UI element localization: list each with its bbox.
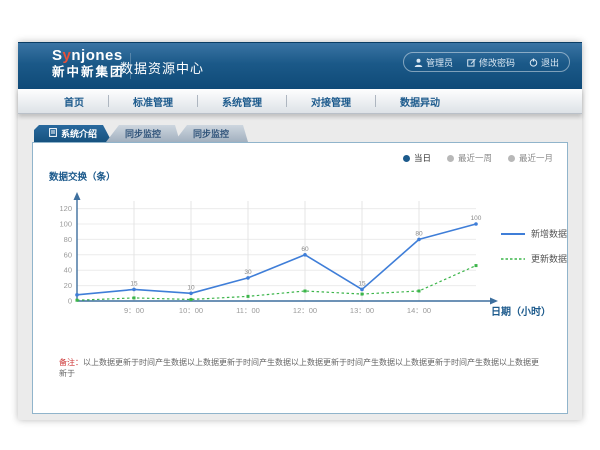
change-password-label: 修改密码 xyxy=(479,56,515,69)
logout-button[interactable]: 退出 xyxy=(529,56,559,69)
svg-text:100: 100 xyxy=(59,220,72,229)
nav-item-system-mgmt[interactable]: 系统管理 xyxy=(198,94,286,109)
svg-text:9：00: 9：00 xyxy=(124,306,144,315)
svg-text:15: 15 xyxy=(130,280,138,287)
nav-item-home[interactable]: 首页 xyxy=(40,94,108,109)
nav-item-integration-mgmt[interactable]: 对接管理 xyxy=(287,94,375,109)
app-header: Synjones 新中新集团 数据资源中心 管理员 修改密码 xyxy=(18,42,582,89)
chart-panel: 当日 最近一周 最近一月 数据交换（条） 0 20 40 60 80 100 120 9：00… xyxy=(32,142,568,414)
user-name-label: 管理员 xyxy=(426,56,453,69)
nav-item-standard-mgmt[interactable]: 标准管理 xyxy=(109,94,197,109)
svg-text:80: 80 xyxy=(64,235,72,244)
legend-item: 更新数据 xyxy=(501,252,567,265)
svg-text:60: 60 xyxy=(301,246,309,253)
footnote-text: 以上数据更新于时间产生数据以上数据更新于时间产生数据以上数据更新于时间产生数据以… xyxy=(59,358,539,378)
svg-text:11：00: 11：00 xyxy=(236,306,260,315)
legend-line-sample xyxy=(501,256,525,262)
legend-label: 新增数据 xyxy=(531,227,567,240)
svg-text:12：00: 12：00 xyxy=(293,306,317,315)
page-title: 数据资源中心 xyxy=(120,58,204,77)
svg-text:14：00: 14：00 xyxy=(407,306,431,315)
footnote-prefix: 备注： xyxy=(59,358,83,367)
legend-label: 更新数据 xyxy=(531,252,567,265)
logout-label: 退出 xyxy=(541,56,559,69)
document-icon xyxy=(49,128,57,139)
tab-sync-monitor-2[interactable]: 同步监控 xyxy=(174,125,248,142)
svg-text:10：00: 10：00 xyxy=(179,306,203,315)
tab-system-intro[interactable]: 系统介绍 xyxy=(34,125,112,142)
line-chart: 0 20 40 60 80 100 120 9：00 10：00 11：00 12：00 13：00 1… xyxy=(47,187,507,327)
radio-dot xyxy=(508,155,515,162)
tab-label: 同步监控 xyxy=(193,127,229,140)
tab-label: 系统介绍 xyxy=(61,127,97,140)
svg-text:15: 15 xyxy=(358,280,366,287)
svg-text:40: 40 xyxy=(64,266,72,275)
radio-last-week[interactable]: 最近一周 xyxy=(447,152,492,164)
time-range-filter: 当日 最近一周 最近一月 xyxy=(403,152,553,164)
radio-label: 当日 xyxy=(414,152,431,164)
user-toolbar: 管理员 修改密码 退出 xyxy=(403,52,570,72)
radio-dot xyxy=(447,155,454,162)
logo-text-en: Synjones xyxy=(52,48,125,65)
tab-label: 同步监控 xyxy=(125,127,161,140)
edit-icon xyxy=(467,58,476,67)
content-area: 系统介绍 同步监控 同步监控 当日 最近一周 xyxy=(18,114,582,414)
radio-last-month[interactable]: 最近一月 xyxy=(508,152,553,164)
chart-legend: 新增数据更新数据 xyxy=(501,227,567,265)
radio-label: 最近一周 xyxy=(458,152,492,164)
radio-label: 最近一月 xyxy=(519,152,553,164)
svg-text:30: 30 xyxy=(244,269,252,276)
nav-item-data-change[interactable]: 数据异动 xyxy=(376,94,464,109)
power-icon xyxy=(529,58,538,67)
main-nav: 首页 标准管理 系统管理 对接管理 数据异动 xyxy=(18,89,582,114)
app-window: Synjones 新中新集团 数据资源中心 管理员 修改密码 xyxy=(18,42,582,420)
svg-text:20: 20 xyxy=(64,281,72,290)
company-logo: Synjones 新中新集团 xyxy=(52,48,125,79)
footnote: 备注：以上数据更新于时间产生数据以上数据更新于时间产生数据以上数据更新于时间产生… xyxy=(59,357,545,379)
change-password-button[interactable]: 修改密码 xyxy=(467,56,515,69)
legend-item: 新增数据 xyxy=(501,227,567,240)
logo-text-cn: 新中新集团 xyxy=(52,66,125,80)
svg-text:0: 0 xyxy=(68,297,72,306)
y-axis-title: 数据交换（条） xyxy=(49,169,116,183)
chart-svg: 0 20 40 60 80 100 120 9：00 10：00 11：00 12：00 13：00 1… xyxy=(47,187,507,327)
svg-text:13：00: 13：00 xyxy=(350,306,374,315)
tab-bar: 系统介绍 同步监控 同步监控 xyxy=(34,125,568,142)
svg-text:100: 100 xyxy=(471,215,482,222)
svg-text:80: 80 xyxy=(415,230,423,237)
x-axis-title: 日期（小时） xyxy=(491,303,551,318)
user-icon xyxy=(414,58,423,67)
svg-text:10: 10 xyxy=(187,284,195,291)
svg-text:120: 120 xyxy=(59,204,72,213)
radio-today[interactable]: 当日 xyxy=(403,152,431,164)
legend-line-sample xyxy=(501,231,525,237)
radio-dot xyxy=(403,155,410,162)
current-user[interactable]: 管理员 xyxy=(414,56,453,69)
tab-sync-monitor-1[interactable]: 同步监控 xyxy=(106,125,180,142)
svg-text:60: 60 xyxy=(64,250,72,259)
